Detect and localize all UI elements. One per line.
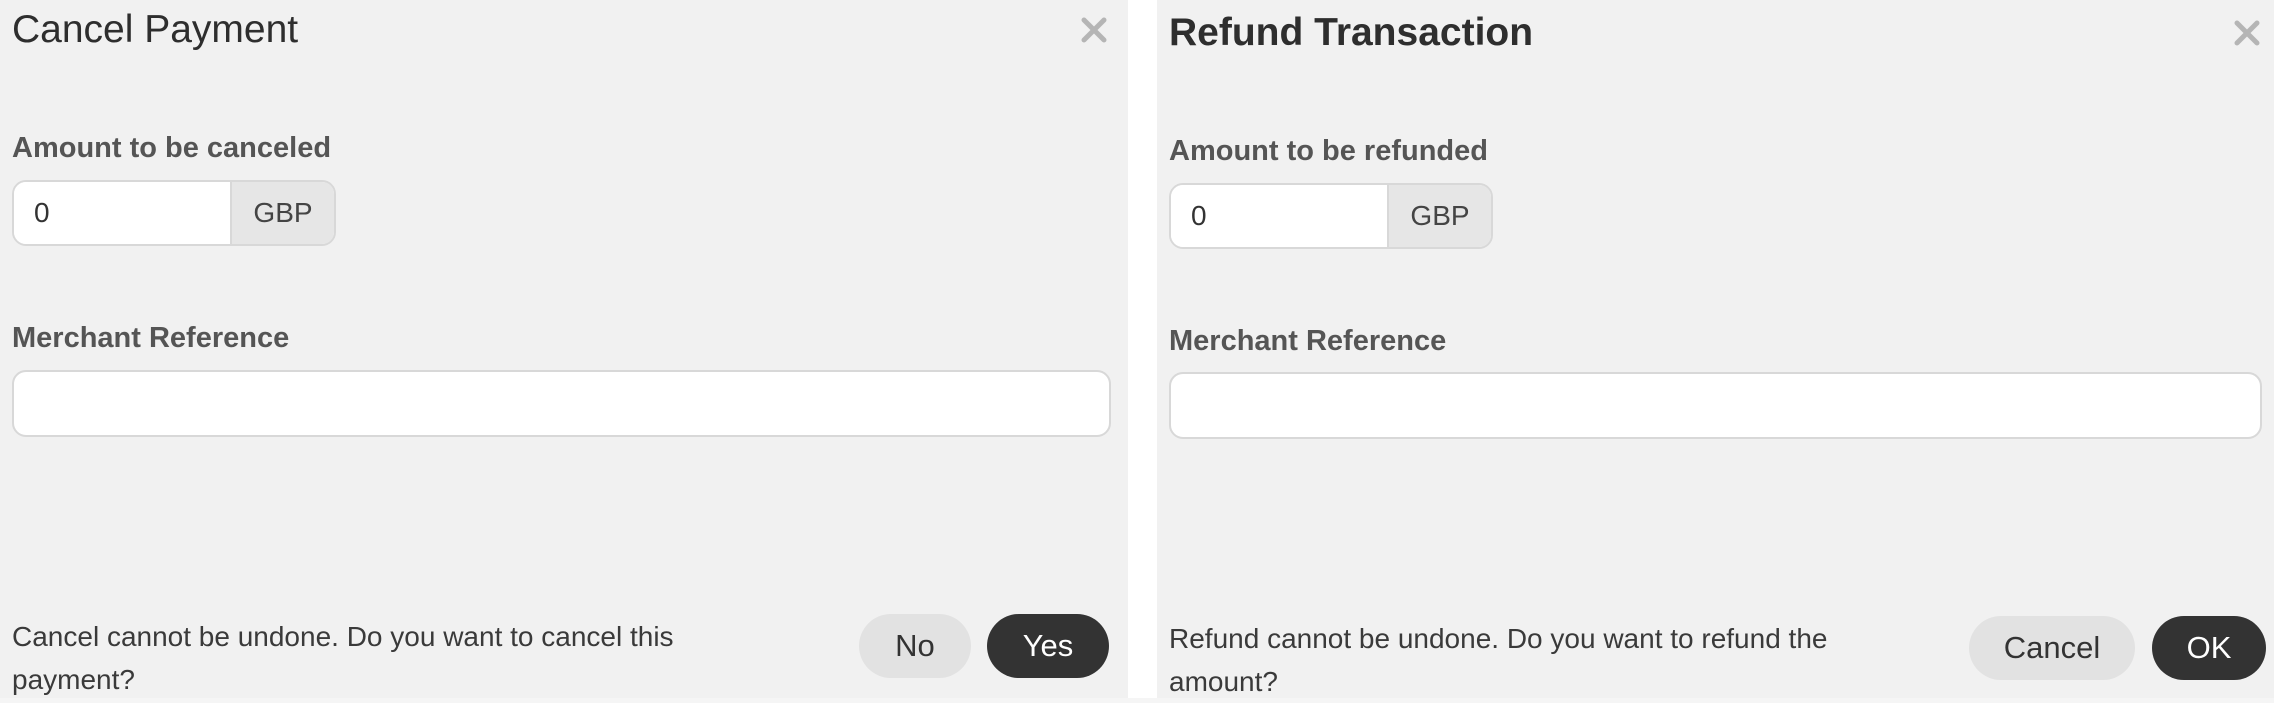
yes-button[interactable]: Yes <box>987 614 1109 678</box>
merchant-reference-label: Merchant Reference <box>1169 325 1447 357</box>
amount-input[interactable] <box>1171 185 1387 247</box>
amount-field-group: GBP <box>1169 183 1493 249</box>
refund-transaction-dialog: Refund Transaction Amount to be refunded… <box>1157 0 2274 698</box>
confirmation-message: Cancel cannot be undone. Do you want to … <box>12 621 674 695</box>
cancel-button[interactable]: Cancel <box>1969 616 2135 680</box>
amount-label: Amount to be refunded <box>1169 135 1488 167</box>
dialog-title: Cancel Payment <box>12 8 299 51</box>
amount-label: Amount to be canceled <box>12 132 332 164</box>
close-icon[interactable] <box>2227 13 2267 53</box>
amount-field-group: GBP <box>12 180 336 246</box>
close-icon[interactable] <box>1074 10 1114 50</box>
currency-addon: GBP <box>230 182 334 244</box>
amount-input[interactable] <box>14 182 230 244</box>
dialog-title: Refund Transaction <box>1169 11 1534 54</box>
confirmation-message: Refund cannot be undone. Do you want to … <box>1169 623 1828 697</box>
merchant-reference-label: Merchant Reference <box>12 322 290 354</box>
currency-addon: GBP <box>1387 185 1491 247</box>
cancel-payment-dialog: Cancel Payment Amount to be canceled GBP… <box>0 0 1128 698</box>
merchant-reference-input[interactable] <box>12 370 1111 437</box>
ok-button[interactable]: OK <box>2152 616 2266 680</box>
no-button[interactable]: No <box>859 614 971 678</box>
dialog-separator <box>1128 0 1157 698</box>
merchant-reference-input[interactable] <box>1169 372 2262 439</box>
